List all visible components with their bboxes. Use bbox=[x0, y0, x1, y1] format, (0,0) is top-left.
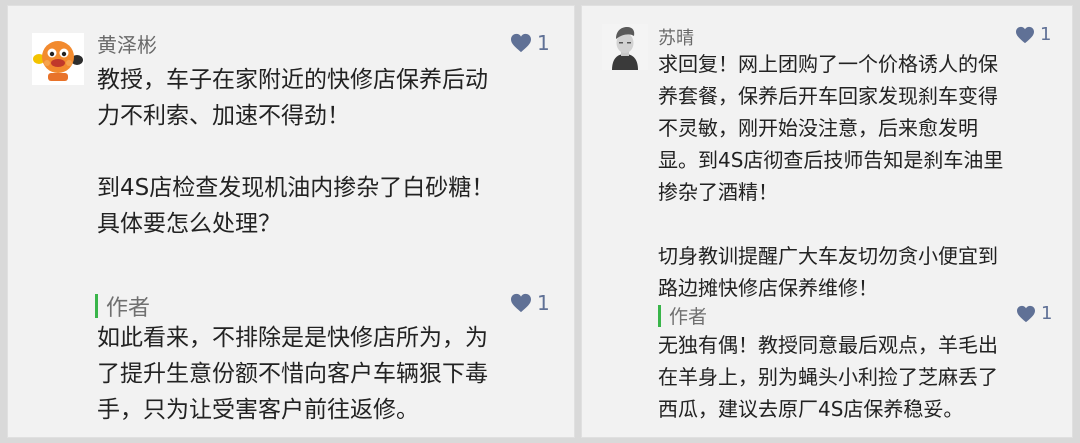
like-count: 1 bbox=[537, 31, 550, 55]
reply-like-button[interactable]: 1 bbox=[510, 291, 550, 315]
reply-text: 无独有偶！教授同意最后观点，羊毛出 在羊身上，别为蝇头小利捡了芝麻丢了 西瓜，建… bbox=[658, 333, 998, 421]
like-button[interactable]: 1 bbox=[1015, 24, 1051, 45]
comment-author-name[interactable]: 黄泽彬 bbox=[97, 29, 157, 58]
reply-label-text: 作者 bbox=[669, 306, 708, 328]
like-count: 1 bbox=[537, 291, 550, 315]
comment-card: 黄泽彬 1 教授，车子在家附近的快修店保养后动 力不利索、加速不得劲！ 到4S店… bbox=[7, 5, 575, 438]
photo-avatar-icon bbox=[602, 24, 648, 70]
reply-accent-bar bbox=[658, 304, 661, 327]
heart-icon bbox=[511, 293, 531, 313]
author-reply-label: 作者 bbox=[658, 302, 707, 329]
cartoon-avatar-icon bbox=[32, 33, 84, 85]
reply-text: 如此看来，不排除是是快修店所为，为 了提升生意份额不惜向客户车辆狠下毒 手，只为… bbox=[97, 325, 488, 423]
like-button[interactable]: 1 bbox=[510, 31, 550, 55]
reply-label-text: 作者 bbox=[106, 296, 151, 321]
author-reply-label: 作者 bbox=[95, 290, 150, 322]
reply-like-button[interactable]: 1 bbox=[1016, 303, 1052, 324]
like-count: 1 bbox=[1041, 303, 1053, 324]
heart-icon bbox=[1016, 26, 1034, 43]
comment-author-name[interactable]: 苏晴 bbox=[658, 24, 694, 50]
avatar[interactable] bbox=[602, 24, 648, 70]
comment-text: 教授，车子在家附近的快修店保养后动 力不利索、加速不得劲！ 到4S店检查发现机油… bbox=[97, 67, 495, 237]
comment-card: 苏晴 1 求回复！网上团购了一个价格诱人的保 养套餐，保养后开车回家发现刹车变得… bbox=[581, 5, 1073, 438]
heart-icon bbox=[511, 33, 531, 53]
like-count: 1 bbox=[1040, 24, 1052, 45]
heart-icon bbox=[1017, 305, 1035, 322]
reply-accent-bar bbox=[95, 294, 98, 318]
avatar[interactable] bbox=[32, 33, 84, 85]
comment-text: 求回复！网上团购了一个价格诱人的保 养套餐，保养后开车回家发现刹车变得 不灵敏，… bbox=[658, 52, 1004, 300]
